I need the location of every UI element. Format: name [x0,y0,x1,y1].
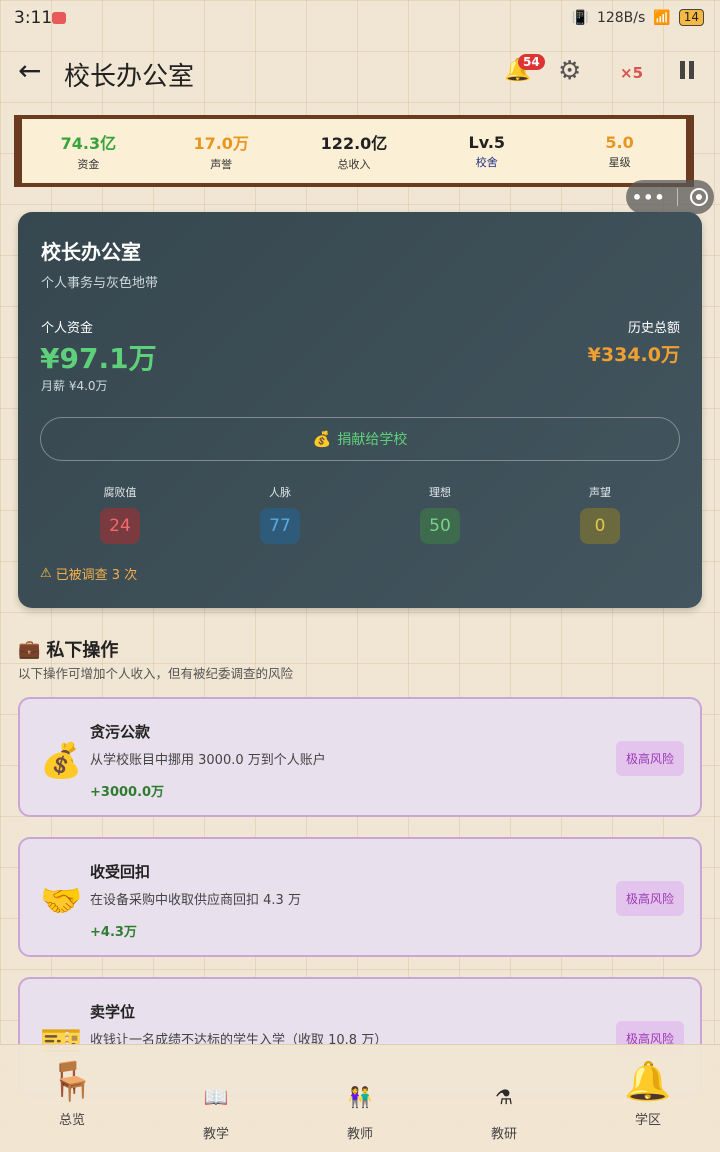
metric-value: 0 [580,508,620,544]
briefcase-icon: 💼 [18,638,41,660]
metrics-row: 腐败值 24 人脉 77 理想 50 声望 0 [40,484,680,544]
stat-star-rating: 5.0 星级 [565,133,675,170]
action-card-kickback[interactable]: 🤝 收受回扣 在设备采购中收取供应商回扣 4.3 万 +4.3万 极高风险 [18,837,702,957]
action-title: 卖学位 [90,1003,136,1021]
office-card: 校长办公室 个人事务与灰色地带 个人资金 ¥97.1万 月薪 ¥4.0万 历史总… [18,212,702,608]
personal-funds-label: 个人资金 [41,321,94,336]
history-total-label: 历史总额 [627,321,680,336]
page-title: 校长办公室 [64,62,195,92]
risk-badge: 极高风险 [615,881,684,916]
bell-tower-icon: 🔔 [624,1059,672,1103]
metric-ideals: 理想 50 [380,484,500,544]
personal-funds-value: ¥97.1万 [40,342,157,375]
metric-value: 50 [420,508,460,544]
metric-label: 理想 [429,486,451,499]
nav-label: 教师 [346,1127,373,1142]
metric-label: 声望 [589,486,611,499]
history-total-value: ¥334.0万 [587,344,680,366]
section-title-text: 私下操作 [46,640,119,661]
book-icon: 📖 [203,1085,229,1109]
nav-label: 学区 [634,1113,661,1128]
money-bag-icon: 💰 [40,741,83,781]
wifi-icon: 📶 [653,9,671,26]
card-subtitle: 个人事务与灰色地带 [41,276,159,291]
investigation-warning: ⚠ 已被调查 3 次 [40,564,137,583]
warning-text: 已被调查 3 次 [55,568,138,583]
stat-total-income: 122.0亿 总收入 [299,130,409,172]
stat-value: Lv.5 [468,132,506,152]
nav-label: 教研 [490,1127,517,1142]
stat-reputation: 17.0万 声誉 [166,130,276,172]
flask-icon: ⚗ [495,1085,513,1109]
card-title: 校长办公室 [41,240,141,264]
metric-connections: 人脉 77 [220,484,340,544]
donate-label: 捐献给学校 [337,432,408,448]
handshake-icon: 🤝 [40,881,83,921]
nav-teachers[interactable]: 👫 教师 [305,1045,415,1152]
donate-button[interactable]: 💰 捐献给学校 [40,417,680,461]
stat-label: 总收入 [337,158,371,171]
warning-icon: ⚠ [40,566,52,581]
app-notification-icon [52,12,66,24]
bottom-nav: 🪑 总览 📖 教学 👫 教师 ⚗ 教研 🔔 学区 [0,1044,720,1152]
close-target-icon[interactable] [690,188,709,206]
capsule-divider [677,188,679,206]
action-gain: +3000.0万 [90,785,165,800]
stat-label: 声誉 [210,158,233,171]
nav-district[interactable]: 🔔 学区 [593,1045,703,1152]
stat-value: 74.3亿 [60,134,117,153]
pause-icon[interactable] [680,61,696,81]
stat-label: 校舍 [475,155,498,169]
notification-button[interactable]: 🔔 54 [504,54,545,86]
action-card-embezzle[interactable]: 💰 贪污公款 从学校账目中挪用 3000.0 万到个人账户 +3000.0万 极… [18,697,702,817]
metric-label: 腐败值 [103,486,137,499]
section-subtitle: 以下操作可增加个人收入，但有被纪委调查的风险 [18,666,294,681]
action-description: 在设备采购中收取供应商回扣 4.3 万 [90,893,301,908]
status-bar: 3:11 📳 128B/s 📶 14 [0,0,720,36]
metric-prestige: 声望 0 [540,484,660,544]
nav-label: 教学 [202,1127,229,1142]
action-title: 贪污公款 [90,723,151,741]
battery-indicator: 14 [678,9,704,26]
stat-value: 5.0 [605,132,634,152]
notification-badge: 54 [518,54,545,70]
metric-label: 人脉 [269,486,291,499]
stat-building-level: Lv.5 校舍 [432,133,542,170]
monthly-salary: 月薪 ¥4.0万 [41,379,108,393]
speed-multiplier[interactable]: ×5 [620,64,643,82]
stat-value: 17.0万 [193,134,249,153]
nav-teaching[interactable]: 📖 教学 [161,1045,271,1152]
net-speed: 128B/s [596,9,646,26]
metric-value: 77 [260,508,300,544]
nav-overview[interactable]: 🪑 总览 [17,1045,127,1152]
action-gain: +4.3万 [90,925,137,940]
action-title: 收受回扣 [90,863,151,881]
desk-icon: 🪑 [48,1059,96,1103]
miniprogram-capsule: ••• [626,180,714,214]
stat-funds: 74.3亿 资金 [33,130,143,172]
back-arrow-icon[interactable]: ← [18,54,41,87]
action-description: 从学校账目中挪用 3000.0 万到个人账户 [90,753,326,768]
more-dots-icon[interactable]: ••• [632,188,666,207]
status-time: 3:11 [14,8,53,28]
nav-label: 总览 [58,1113,85,1128]
stat-label: 资金 [77,158,100,171]
money-bag-icon: 💰 [312,430,332,448]
metric-value: 24 [100,508,140,544]
metric-corruption: 腐败值 24 [60,484,180,544]
stats-bar: 74.3亿 资金 17.0万 声誉 122.0亿 总收入 Lv.5 校舍 5.0… [14,115,694,187]
stat-label: 星级 [608,155,631,169]
gear-icon[interactable]: ⚙ [558,56,581,86]
risk-badge: 极高风险 [615,741,684,776]
stat-value: 122.0亿 [320,134,388,153]
people-icon: 👫 [347,1085,373,1109]
header: ← 校长办公室 🔔 54 ⚙ ×5 [0,48,720,96]
status-indicators: 📳 128B/s 📶 14 [571,9,704,26]
nav-research[interactable]: ⚗ 教研 [449,1045,559,1152]
section-title: 💼 私下操作 [18,636,118,662]
vibrate-icon: 📳 [571,9,589,26]
